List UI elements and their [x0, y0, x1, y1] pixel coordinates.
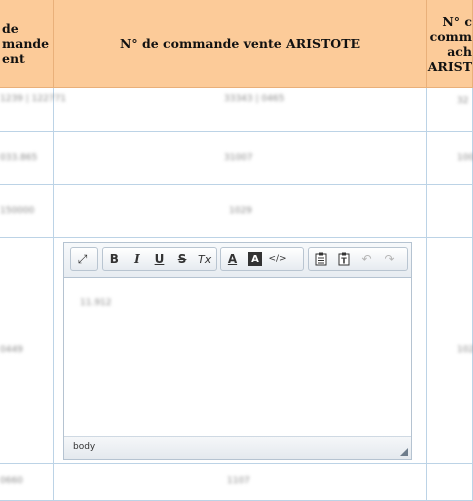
table-row-1-col3: 32 — [427, 88, 473, 132]
table-row-5-col3 — [427, 464, 473, 501]
table-row-1-col1: 1239 | 122771 — [0, 88, 66, 132]
editor-content-area[interactable]: 11.912 — [64, 278, 411, 437]
toolbar-group-basic-styles: B I U S Tx — [102, 247, 217, 271]
table-row-4-col3: 102 — [427, 238, 473, 464]
row1-sale-order: 33343 | 0465 — [224, 94, 285, 104]
row3-client-order: 150000 — [0, 206, 35, 216]
toolbar-group-view: ⤢ — [70, 247, 98, 271]
row2-sale-order: 31007 — [224, 153, 253, 163]
table-row-1-col2: 33343 | 0465 — [54, 88, 427, 132]
italic-button[interactable]: I — [126, 248, 149, 270]
svg-text:T: T — [341, 257, 347, 266]
editor-content-text: 11.912 — [80, 298, 112, 308]
maximize-icon[interactable]: ⤢ — [71, 248, 94, 270]
row5-client-order: 0660 — [0, 476, 23, 486]
header-client-order-number: de mande ent — [0, 0, 54, 88]
paste-as-text-icon: T — [338, 252, 349, 266]
row4-purchase-order: 102 — [457, 345, 473, 355]
remove-format-icon[interactable]: Tx — [193, 248, 216, 270]
strikethrough-button[interactable]: S — [171, 248, 194, 270]
table-row-3-col3 — [427, 185, 473, 238]
row2-client-order: 033.865 — [0, 153, 38, 163]
table-row-5-col1: 0660 — [0, 464, 54, 501]
source-code-icon[interactable]: </> — [266, 248, 289, 270]
table-row-4-col1: 0449 — [0, 238, 54, 464]
row4-client-order: 0449 — [0, 345, 23, 355]
orders-table: de mande ent N° de commande vente ARISTO… — [0, 0, 473, 501]
table-row-2-col3: 1002 — [427, 132, 473, 185]
text-color-button[interactable]: A — [221, 248, 244, 270]
toolbar-group-colors-visible: A A </> — [220, 247, 304, 271]
table-row-3-col2: 1029 — [54, 185, 427, 238]
row2-purchase-order: 1002 — [457, 153, 473, 163]
paste-text-icon[interactable]: T — [332, 248, 355, 270]
row1-purchase-order: 32 — [457, 96, 469, 106]
background-color-button[interactable]: A — [248, 252, 262, 266]
header-aristote-purchase-order-number: N° c comm ach ARIST — [427, 0, 473, 88]
editor-statusbar: body — [64, 436, 411, 459]
editor-toolbar: ⤢ B I U S Tx A A </> T ↶ ↷ — [64, 243, 411, 278]
rich-text-editor: ⤢ B I U S Tx A A </> T ↶ ↷ 11.912 body — [63, 242, 412, 460]
resize-handle-icon[interactable] — [400, 448, 408, 456]
row5-sale-order: 1107 — [227, 476, 250, 486]
redo-icon[interactable]: ↷ — [378, 248, 401, 270]
table-row-2-col1: 033.865 — [0, 132, 54, 185]
table-row-5-col2: 1107 — [54, 464, 427, 501]
table-row-2-col2: 31007 — [54, 132, 427, 185]
clipboard-icon — [315, 252, 326, 266]
row3-sale-order: 1029 — [229, 206, 252, 216]
underline-button[interactable]: U — [148, 248, 171, 270]
toolbar-group-clipboard: T ↶ ↷ — [308, 247, 408, 271]
header-aristote-sale-order-number: N° de commande vente ARISTOTE — [54, 0, 427, 88]
bold-button[interactable]: B — [103, 248, 126, 270]
element-path[interactable]: body — [73, 442, 95, 452]
paste-icon[interactable] — [309, 248, 332, 270]
undo-icon[interactable]: ↶ — [355, 248, 378, 270]
table-row-3-col1: 150000 — [0, 185, 54, 238]
